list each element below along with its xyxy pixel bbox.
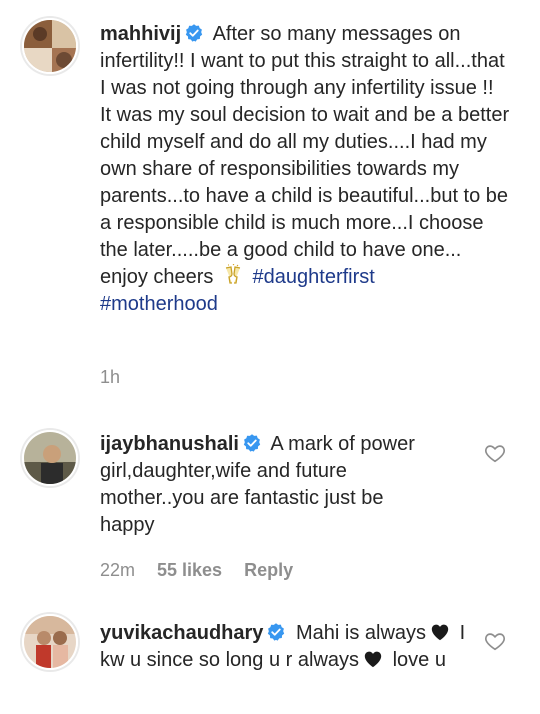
verified-badge-icon (268, 623, 285, 641)
hashtag-link[interactable]: #daughterfirst (253, 266, 375, 288)
username[interactable]: yuvikachaudhary (100, 622, 263, 644)
comment-meta: 1h (100, 367, 142, 388)
comment-text-block: mahhivij After so many messages on infer… (100, 21, 510, 318)
comment-text: love u (392, 649, 446, 671)
red-heart-emoji (431, 624, 449, 641)
verified-badge-icon (243, 434, 261, 452)
hashtag-link[interactable]: #motherhood (100, 293, 218, 315)
red-heart-emoji (364, 651, 382, 668)
comment-mahhivij: mahhivij After so many messages on infer… (0, 0, 540, 410)
comment-time: 22m (100, 560, 136, 580)
comment-yuvikachaudhary: yuvikachaudhary Mahi is always I kw u si… (0, 592, 540, 714)
username[interactable]: ijaybhanushali (100, 433, 239, 455)
comment-text: After so many messages on infertility!! … (100, 23, 510, 288)
verified-badge-icon (185, 24, 203, 42)
avatar[interactable] (22, 430, 78, 486)
avatar-image (24, 432, 76, 484)
avatar-image (24, 616, 76, 668)
likes-count[interactable]: 55 likes (157, 560, 222, 580)
avatar[interactable] (22, 614, 78, 670)
avatar-image (24, 20, 76, 72)
comment-meta: 22m 55 likes Reply (100, 560, 315, 581)
heart-outline-icon[interactable] (484, 630, 506, 652)
comment-time: 1h (100, 367, 121, 387)
reply-button[interactable]: Reply (244, 560, 293, 580)
avatar[interactable] (22, 18, 78, 74)
username[interactable]: mahhivij (100, 23, 181, 45)
comment-text: Mahi is always (295, 622, 427, 644)
comment-text-block: ijaybhanushali A mark of power girl,daug… (100, 431, 430, 539)
heart-outline-icon[interactable] (484, 442, 506, 464)
comment-ijaybhanushali: ijaybhanushali A mark of power girl,daug… (0, 410, 540, 592)
comment-text-block: yuvikachaudhary Mahi is always I kw u si… (100, 620, 470, 674)
champagne-glasses-emoji (225, 264, 241, 284)
